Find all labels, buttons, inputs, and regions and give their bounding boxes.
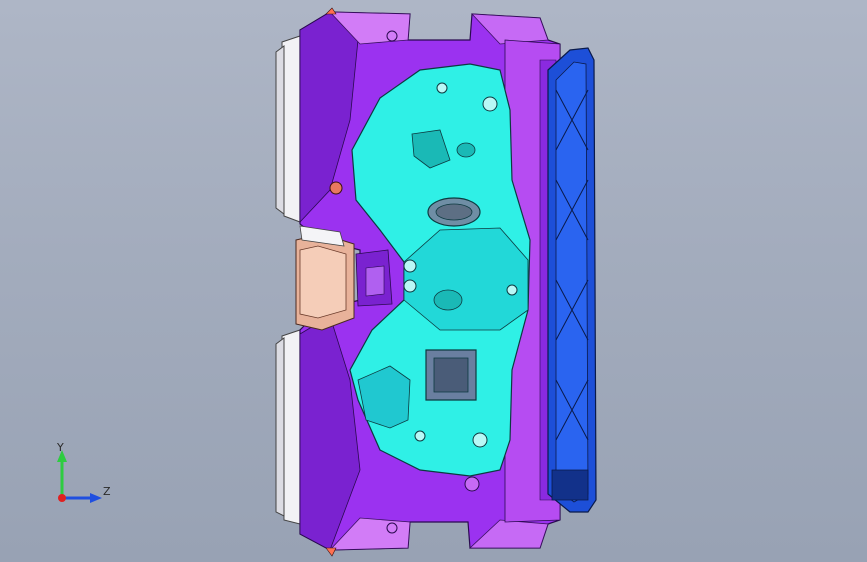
axis-triad: Y Z — [48, 438, 118, 518]
y-axis-label: Y — [57, 441, 64, 454]
cad-viewport[interactable]: Y Z — [0, 0, 867, 562]
z-axis-label: Z — [103, 485, 111, 498]
3d-model-view[interactable] — [0, 0, 867, 562]
blue-plate — [547, 47, 597, 513]
